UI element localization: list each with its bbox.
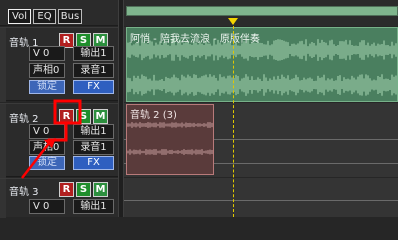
track-header-3: 音轨 3 R S M V 0 输出1 [0, 178, 118, 218]
pan-field[interactable]: 声相0 [29, 63, 65, 78]
tab-bus[interactable]: Bus [58, 9, 82, 24]
mute-button[interactable]: M [93, 182, 108, 197]
playhead-line [233, 26, 234, 217]
track-row-pan: 声相0 录音1 [7, 63, 115, 78]
lock-button[interactable]: 锁定 [29, 80, 65, 94]
record-input-select[interactable]: 录音1 [73, 63, 114, 78]
tab-eq[interactable]: EQ [33, 9, 56, 24]
track-color-strip [0, 104, 6, 178]
track-lane-3[interactable] [124, 178, 398, 217]
fx-button[interactable]: FX [73, 156, 114, 170]
track-color-strip [0, 179, 6, 218]
volume-field[interactable]: V 0 [29, 124, 65, 139]
track-name-row: 音轨 2 R S M [7, 109, 115, 125]
mute-button[interactable]: M [93, 109, 108, 124]
record-button[interactable]: R [59, 182, 74, 197]
audio-clip-recording[interactable]: 音轨 2 (3) [126, 104, 214, 175]
track-row-pan: 声相0 录音1 [7, 140, 115, 155]
track-row-volume: V 0 输出1 [7, 46, 115, 61]
timeline-ruler[interactable] [124, 0, 398, 26]
lock-button[interactable]: 锁定 [29, 156, 65, 170]
fx-button[interactable]: FX [73, 80, 114, 94]
audio-clip-accompaniment[interactable]: 阿悄 - 陪我去流浪 - 原版伴奏 [126, 27, 398, 102]
track-name-row: 音轨 3 R S M [7, 182, 115, 198]
output-select[interactable]: 输出1 [73, 124, 114, 139]
volume-field[interactable]: V 0 [29, 46, 65, 61]
track-header-1: 音轨 1 R S M V 0 输出1 声相0 录音1 锁定 FX [0, 27, 118, 102]
solo-button[interactable]: S [76, 182, 91, 197]
track-row-volume: V 0 输出1 [7, 124, 115, 139]
playhead-marker-icon[interactable] [228, 18, 238, 25]
output-select[interactable]: 输出1 [73, 46, 114, 61]
lane-divider [124, 200, 398, 201]
track-header-2: 音轨 2 R S M V 0 输出1 声相0 录音1 锁定 FX [0, 103, 118, 178]
clip-label: 音轨 2 (3) [130, 110, 177, 121]
track-row-lock: 锁定 FX [7, 156, 115, 171]
output-select[interactable]: 输出1 [73, 199, 114, 214]
record-input-select[interactable]: 录音1 [73, 140, 114, 155]
track-row-lock: 锁定 FX [7, 80, 115, 95]
timeline-overview-bar[interactable] [126, 6, 398, 16]
solo-button[interactable]: S [76, 109, 91, 124]
track-name: 音轨 2 [9, 114, 39, 125]
tab-vol[interactable]: Vol [8, 9, 31, 24]
volume-field[interactable]: V 0 [29, 199, 65, 214]
record-button[interactable]: R [59, 109, 74, 124]
pan-field[interactable]: 声相0 [29, 140, 65, 155]
track-row-volume: V 0 输出1 [7, 199, 115, 214]
view-tabs: Vol EQ Bus [0, 0, 122, 26]
clip-label: 阿悄 - 陪我去流浪 - 原版伴奏 [130, 34, 260, 45]
track-color-strip [0, 28, 6, 102]
track-name: 音轨 3 [9, 187, 39, 198]
